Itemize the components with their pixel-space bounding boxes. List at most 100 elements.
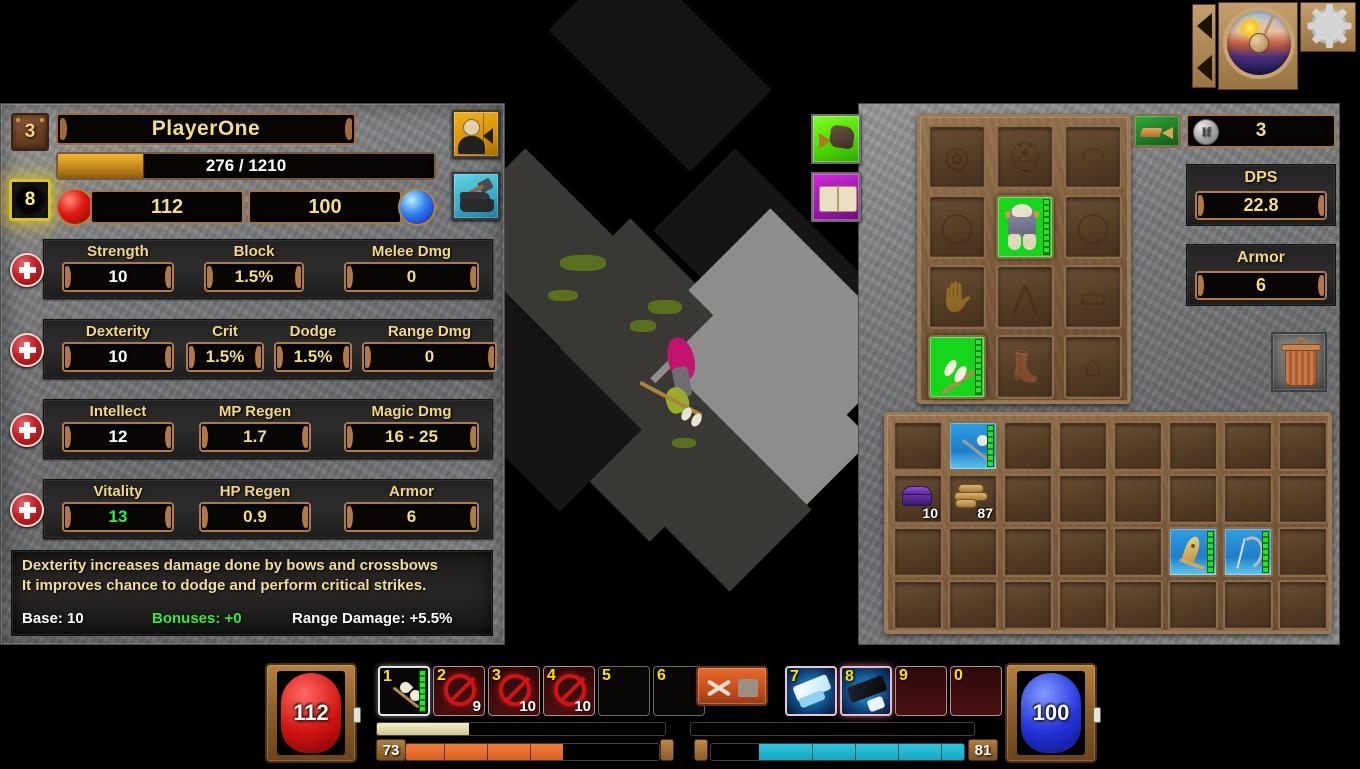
ring-left-slot[interactable]: ◯ xyxy=(928,195,986,259)
bag-slot-empty[interactable] xyxy=(1278,474,1328,524)
bag-slot-item[interactable] xyxy=(1168,527,1218,577)
bag-slot-empty[interactable] xyxy=(1003,527,1053,577)
action-slot-9[interactable]: 9 xyxy=(895,666,947,716)
legs-slot[interactable]: ⋀ xyxy=(996,265,1054,329)
action-slot-3[interactable]: 3 10 xyxy=(488,666,540,716)
bag-slot-empty[interactable] xyxy=(1058,580,1108,630)
lantern-slot[interactable]: ⌂ xyxy=(1064,335,1122,399)
stat-label-armor: Armor xyxy=(388,483,434,500)
bag-slot-empty[interactable] xyxy=(1168,580,1218,630)
bag-slot-empty[interactable] xyxy=(1278,527,1328,577)
character-level-value: 3 xyxy=(24,121,36,142)
bag-slot-empty[interactable] xyxy=(1113,580,1163,630)
collapse-arrow-down-icon[interactable] xyxy=(1197,55,1212,81)
recipe-book-icon xyxy=(738,679,758,697)
bag-slot-empty[interactable] xyxy=(1278,421,1328,471)
mana-bar-fill xyxy=(759,744,964,760)
bag-slot-empty[interactable] xyxy=(1003,580,1053,630)
trash-button[interactable] xyxy=(1271,332,1327,392)
game-screen: 3 8 PlayerOne 276 / 1210 112 100 Strengt… xyxy=(0,0,1360,769)
mana-bar xyxy=(710,743,965,761)
equipment-grid[interactable]: ◎ ⛑ ◠ ◯ ◯ ✋ ⋀ ▭ 👢 ⌂ xyxy=(917,114,1131,404)
bag-slot-empty[interactable] xyxy=(1058,474,1108,524)
skill-points-value: 8 xyxy=(24,189,36,210)
durability-bar xyxy=(419,670,426,712)
bag-slot-empty[interactable] xyxy=(1058,527,1108,577)
stat-group-intellect: Intellect 12 MP Regen 1.7 Magic Dmg 16 - 25 xyxy=(10,399,493,459)
bag-slot-empty[interactable] xyxy=(948,527,998,577)
health-flask[interactable]: 112 xyxy=(265,663,361,763)
bag-slot-empty[interactable] xyxy=(1058,421,1108,471)
stat-label-mp-regen: MP Regen xyxy=(218,403,292,420)
bag-slot-empty[interactable] xyxy=(948,580,998,630)
action-slot-7[interactable]: 7 xyxy=(785,666,837,716)
belt-slot[interactable]: ▭ xyxy=(1064,265,1122,329)
action-slot-2[interactable]: 29 xyxy=(433,666,485,716)
settings-button[interactable] xyxy=(1300,2,1356,52)
bag-slot-empty[interactable] xyxy=(1278,580,1328,630)
mana-flask-value: 100 xyxy=(1032,700,1070,725)
bag-slot-item[interactable]: 10 xyxy=(893,474,943,524)
action-slot-count: 9 xyxy=(472,698,481,715)
crafting-anvil-button[interactable] xyxy=(452,172,500,220)
bag-slot-empty[interactable] xyxy=(1003,474,1053,524)
action-slot-key: 6 xyxy=(657,667,666,684)
chest-slot[interactable] xyxy=(996,195,1054,259)
amulet-ghost-icon: ◎ xyxy=(943,140,971,174)
action-slot-key: 0 xyxy=(954,667,963,684)
add-point-intellect-button[interactable] xyxy=(10,413,44,447)
sword-icon xyxy=(1176,533,1206,571)
bag-slot-empty[interactable] xyxy=(1113,421,1163,471)
ring-right-slot[interactable]: ◯ xyxy=(1064,195,1122,259)
mana-flask[interactable]: 100 xyxy=(1005,663,1101,763)
action-slot-8[interactable]: 8 xyxy=(840,666,892,716)
bag-slot-empty[interactable] xyxy=(1223,421,1273,471)
bag-slot-empty[interactable] xyxy=(1223,580,1273,630)
action-slot-0[interactable]: 0 xyxy=(950,666,1002,716)
helmet-slot[interactable]: ⛑ xyxy=(996,125,1054,189)
add-point-dexterity-button[interactable] xyxy=(10,333,44,367)
bag-slot-empty[interactable] xyxy=(893,527,943,577)
gloves-slot[interactable]: ✋ xyxy=(928,265,986,329)
bag-slot-empty[interactable] xyxy=(1003,421,1053,471)
add-point-strength-button[interactable] xyxy=(10,253,44,287)
crafting-button[interactable] xyxy=(696,666,768,706)
bag-slot-empty[interactable] xyxy=(893,580,943,630)
player-character[interactable] xyxy=(639,334,730,429)
bag-slot-empty[interactable] xyxy=(1113,527,1163,577)
bag-slot-empty[interactable] xyxy=(1113,474,1163,524)
bag-slot-item[interactable] xyxy=(948,421,998,471)
gold-value: 3 xyxy=(1255,120,1267,141)
spellbook-icon xyxy=(819,186,857,212)
action-slot-5[interactable]: 5 xyxy=(598,666,650,716)
character-level-plate: 3 xyxy=(11,113,49,151)
bag-slot-empty[interactable] xyxy=(1168,421,1218,471)
arrow-icon xyxy=(955,427,991,465)
resource-row: 112 100 xyxy=(56,188,436,226)
weapon-slot[interactable] xyxy=(928,335,986,399)
action-slot-4[interactable]: 4 10 xyxy=(543,666,595,716)
bag-slot-empty[interactable] xyxy=(1168,474,1218,524)
inventory-bag-grid[interactable]: 10 87 xyxy=(884,412,1332,634)
collapse-arrows-bar[interactable] xyxy=(1192,4,1216,88)
bag-slot-item[interactable] xyxy=(1223,527,1273,577)
tab-quest-button[interactable] xyxy=(811,114,861,164)
character-portrait-button[interactable] xyxy=(452,110,500,158)
sell-mode-button[interactable] xyxy=(1133,114,1181,148)
tab-spellbook-button[interactable] xyxy=(811,172,861,222)
bag-slot-item[interactable]: 87 xyxy=(948,474,998,524)
amulet-slot[interactable]: ◎ xyxy=(928,125,986,189)
action-slot-key: 3 xyxy=(492,667,501,684)
bag-slot-empty[interactable] xyxy=(893,421,943,471)
collapse-arrow-up-icon[interactable] xyxy=(1197,13,1212,39)
cloak-slot[interactable]: ◠ xyxy=(1064,125,1122,189)
cast-bar-left-fill xyxy=(377,723,470,735)
skill-points-badge[interactable]: 8 xyxy=(9,179,51,221)
bag-slot-empty[interactable] xyxy=(1223,474,1273,524)
boots-slot[interactable]: 👢 xyxy=(996,335,1054,399)
add-point-vitality-button[interactable] xyxy=(10,493,44,527)
action-slot-1[interactable]: 1 xyxy=(378,666,430,716)
day-night-dial[interactable] xyxy=(1218,2,1298,90)
cloak-ghost-icon: ◠ xyxy=(1079,140,1107,174)
gold-display: If 3 xyxy=(1186,114,1336,148)
